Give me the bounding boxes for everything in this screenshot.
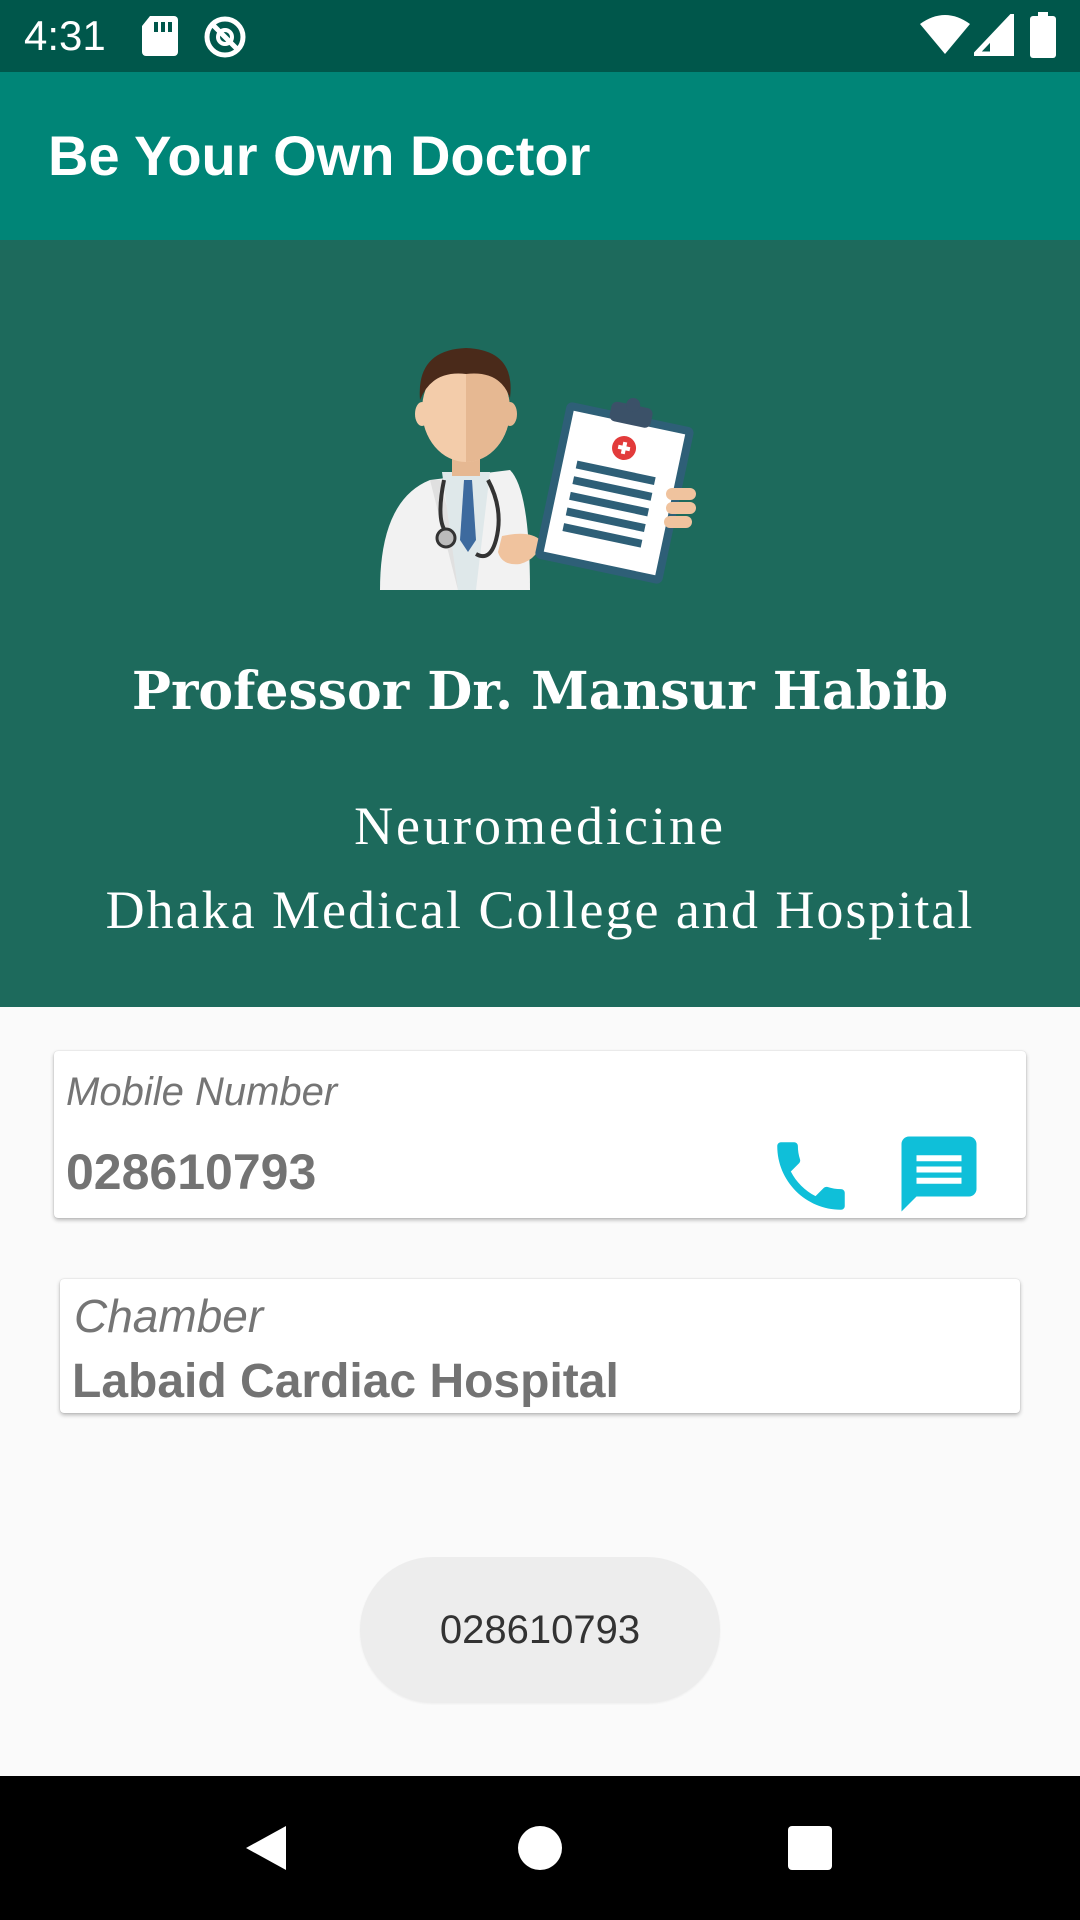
chamber-value: Labaid Cardiac Hospital [72,1355,619,1408]
doctor-hospital: Dhaka Medical College and Hospital [105,880,975,940]
doctor-header: Professor Dr. Mansur Habib Neuromedicine… [0,240,1080,1007]
status-time: 4:31 [24,12,106,59]
toast-message: 028610793 [360,1557,720,1703]
wifi-icon [920,15,970,54]
mobile-number-value: 028610793 [66,1144,317,1200]
app-title: Be Your Own Doctor [48,124,591,187]
navigation-bar [0,1776,1080,1920]
phone-call-icon[interactable] [766,1131,856,1221]
toast-text: 028610793 [439,1607,641,1652]
mobile-number-card: Mobile Number 028610793 [54,1051,1026,1218]
doctor-name: Professor Dr. Mansur Habib [131,661,949,722]
back-icon[interactable] [232,1812,304,1884]
no-sync-icon [204,16,246,58]
mobile-number-label: Mobile Number [66,1070,338,1114]
cell-signal-icon [974,14,1014,56]
home-icon[interactable] [504,1812,576,1884]
chamber-label: Chamber [74,1290,264,1342]
status-bar: 4:31 [0,0,1080,72]
doctor-with-clipboard-icon [380,348,696,590]
battery-icon [1030,12,1056,58]
doctor-specialty: Neuromedicine [354,796,726,856]
message-icon[interactable] [894,1129,984,1219]
sd-card-icon [142,16,178,56]
app-bar: Be Your Own Doctor [0,72,1080,240]
recents-icon[interactable] [774,1812,846,1884]
chamber-card: Chamber Labaid Cardiac Hospital [60,1279,1020,1413]
